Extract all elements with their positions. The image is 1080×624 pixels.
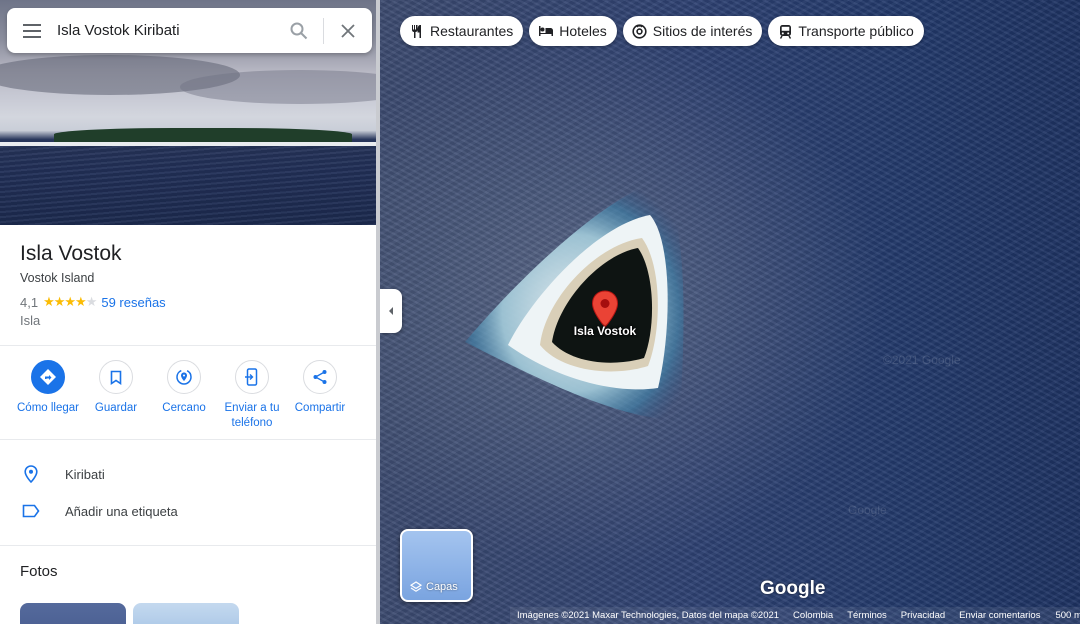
add-label-text: Añadir una etiqueta (65, 503, 178, 519)
action-buttons: Cómo llegar Guardar Cercano Enviar a tu … (14, 360, 354, 431)
clear-search-button[interactable] (324, 8, 372, 53)
send-to-phone-button[interactable]: Enviar a tu teléfono (218, 360, 286, 431)
chip-attractions[interactable]: Sitios de interés (622, 16, 763, 46)
map-pin-icon[interactable] (591, 290, 619, 328)
directions-button[interactable]: Cómo llegar (14, 360, 82, 431)
photo-thumbnail[interactable] (20, 603, 126, 624)
place-title: Isla Vostok (20, 242, 122, 265)
photos-heading: Fotos (20, 563, 58, 580)
scale-control[interactable]: 500 m (1047, 610, 1080, 621)
chip-label: Sitios de interés (652, 23, 753, 39)
bed-icon (538, 23, 554, 39)
terms-link[interactable]: Términos (840, 610, 894, 621)
map-footer: Imágenes ©2021 Maxar Technologies, Datos… (510, 607, 1080, 624)
action-label: Enviar a tu teléfono (224, 402, 280, 429)
save-button[interactable]: Guardar (82, 360, 150, 431)
close-icon (341, 23, 355, 38)
divider (0, 345, 376, 346)
island-imagery (465, 182, 684, 420)
chip-restaurants[interactable]: Restaurantes (400, 16, 524, 46)
hamburger-menu-icon (23, 23, 41, 38)
chip-hotels[interactable]: Hoteles (529, 16, 617, 46)
photo-thumbnail[interactable] (133, 603, 239, 624)
train-icon (777, 23, 793, 39)
action-label: Compartir (294, 402, 346, 414)
divider (0, 545, 376, 546)
map-canvas[interactable]: ©2021 Google Google (380, 0, 1080, 624)
fork-knife-icon (409, 23, 425, 39)
divider (0, 439, 376, 440)
camera-icon (632, 23, 648, 39)
google-logo: Google (760, 578, 826, 599)
place-alt-name: Vostok Island (20, 271, 95, 285)
directions-icon (31, 360, 65, 394)
address-text: Kiribati (65, 466, 105, 482)
share-icon (303, 360, 337, 394)
label-tag-icon (22, 502, 40, 520)
add-label-row[interactable]: Añadir una etiqueta (22, 502, 178, 520)
scale-label: 500 m (1055, 610, 1080, 621)
category-chips: Restaurantes Hoteles Sitios de interés T… (400, 16, 924, 46)
map-watermark-2: Google (848, 503, 887, 517)
imagery-attribution: Imágenes ©2021 Maxar Technologies, Datos… (517, 610, 780, 621)
feedback-link[interactable]: Enviar comentarios (952, 610, 1047, 621)
rating-value: 4,1 (20, 294, 39, 310)
place-panel: Isla Vostok Kiribati Isla Vostok Vostok … (0, 0, 376, 624)
search-icon (290, 22, 308, 39)
place-category: Isla (20, 313, 41, 328)
layers-text: Capas (426, 581, 458, 593)
location-pin-icon (22, 465, 40, 483)
reviews-link[interactable]: 59 reseñas (101, 295, 165, 310)
chip-label: Transporte público (798, 23, 914, 39)
action-label: Guardar (94, 402, 138, 414)
nearby-icon (167, 360, 201, 394)
layers-label: Capas (410, 581, 458, 593)
map-watermark: ©2021 Google (883, 353, 961, 367)
privacy-link[interactable]: Privacidad (894, 610, 952, 621)
rating-stars: ★★★★★ (43, 294, 97, 309)
action-label: Cercano (162, 402, 206, 414)
share-button[interactable]: Compartir (286, 360, 354, 431)
chip-transit[interactable]: Transporte público (768, 16, 924, 46)
collapse-panel-button[interactable] (380, 289, 402, 333)
chip-label: Hoteles (559, 23, 607, 39)
country-link[interactable]: Colombia (786, 610, 840, 621)
bookmark-icon (99, 360, 133, 394)
place-rating: 4,1 ★★★★★ 59 reseñas (20, 294, 166, 310)
search-input[interactable]: Isla Vostok Kiribati (57, 22, 275, 39)
menu-button[interactable] (7, 8, 57, 53)
send-to-phone-icon (235, 360, 269, 394)
layers-icon (410, 581, 422, 592)
panel-border (376, 0, 380, 624)
search-button[interactable] (275, 8, 323, 53)
nearby-button[interactable]: Cercano (150, 360, 218, 431)
layers-button[interactable]: Capas (400, 529, 473, 602)
address-row[interactable]: Kiribati (22, 465, 105, 483)
map-pin-label[interactable]: Isla Vostok (548, 324, 662, 338)
chip-label: Restaurantes (430, 23, 514, 39)
caret-left-icon (389, 307, 393, 315)
action-label: Cómo llegar (17, 402, 79, 414)
search-box: Isla Vostok Kiribati (7, 8, 372, 53)
